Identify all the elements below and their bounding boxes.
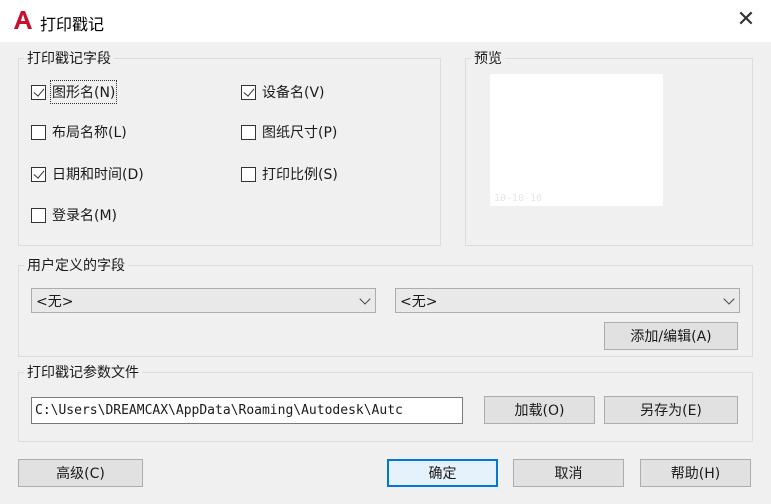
ok-button[interactable]: 确定: [387, 459, 498, 487]
login-name-label: 登录名(M): [52, 208, 118, 224]
user-field-select-left[interactable]: <无>: [31, 288, 376, 313]
layout-name-checkbox-box[interactable]: [31, 124, 46, 140]
preview-canvas: 10-10-10: [490, 74, 663, 206]
plot-stamp-dialog: 打印戳记 ✕ 打印戳记字段 图形名(N) 设备名(V) 布局名称(L) 图纸尺寸…: [0, 0, 771, 504]
title-bar: 打印戳记 ✕: [0, 0, 771, 42]
chevron-down-icon: [723, 293, 735, 305]
checkbox-paper-size[interactable]: 图纸尺寸(P): [241, 122, 337, 142]
date-time-checkbox-box[interactable]: [31, 166, 46, 182]
device-name-label: 设备名(V): [262, 85, 325, 101]
user-field-select-left-value: <无>: [36, 293, 74, 310]
help-button[interactable]: 帮助(H): [640, 459, 751, 487]
add-edit-button[interactable]: 添加/编辑(A): [604, 322, 738, 350]
plot-scale-label: 打印比例(S): [262, 167, 338, 183]
paper-size-label: 图纸尺寸(P): [262, 125, 338, 141]
preview-label: 预览: [471, 51, 505, 67]
paper-size-checkbox-box[interactable]: [241, 124, 256, 140]
autocad-logo-icon: [14, 11, 32, 29]
load-button[interactable]: 加载(O): [484, 396, 595, 424]
save-as-button[interactable]: 另存为(E): [604, 396, 738, 424]
plot-scale-checkbox-box[interactable]: [241, 166, 256, 182]
cancel-button[interactable]: 取消: [513, 459, 624, 487]
checkbox-layout-name[interactable]: 布局名称(L): [31, 122, 127, 142]
close-icon[interactable]: ✕: [731, 6, 761, 36]
checkbox-plot-scale[interactable]: 打印比例(S): [241, 164, 338, 184]
user-field-select-right-value: <无>: [400, 293, 438, 310]
plot-stamp-fields-label: 打印戳记字段: [24, 51, 114, 67]
checkbox-date-time[interactable]: 日期和时间(D): [31, 164, 144, 184]
user-field-select-right[interactable]: <无>: [395, 288, 740, 313]
checkbox-login-name[interactable]: 登录名(M): [31, 205, 117, 225]
chevron-down-icon: [359, 293, 371, 305]
checkbox-drawing-name[interactable]: 图形名(N): [31, 80, 118, 104]
preview-stamp-text: 10-10-10: [494, 193, 543, 204]
device-name-checkbox-box[interactable]: [241, 84, 256, 100]
advanced-button[interactable]: 高级(C): [18, 459, 143, 487]
window-title: 打印戳记: [40, 15, 105, 34]
parameter-file-label: 打印戳记参数文件: [24, 365, 142, 381]
date-time-label: 日期和时间(D): [52, 167, 144, 183]
layout-name-label: 布局名称(L): [52, 125, 127, 141]
checkbox-device-name[interactable]: 设备名(V): [241, 82, 325, 102]
drawing-name-checkbox-box[interactable]: [31, 84, 46, 100]
user-defined-fields-label: 用户定义的字段: [24, 258, 128, 274]
login-name-checkbox-box[interactable]: [31, 207, 46, 223]
parameter-file-path-input[interactable]: C:\Users\DREAMCAX\AppData\Roaming\Autode…: [31, 397, 463, 424]
drawing-name-label: 图形名(N): [49, 80, 118, 104]
